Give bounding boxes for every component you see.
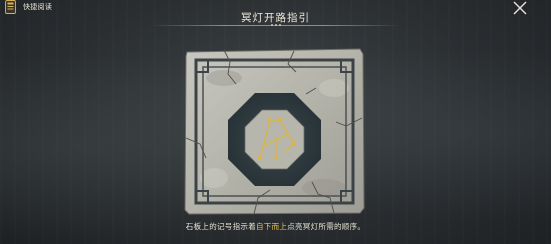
hint-caption: 石板上的记号指示着自下而上点亮冥灯所需的顺序。 <box>0 221 551 232</box>
caption-after: 点亮冥灯所需的顺序。 <box>287 222 366 231</box>
caption-before: 石板上的记号指示着 <box>185 222 256 231</box>
title-ornament <box>271 24 281 26</box>
stone-tablet <box>184 48 365 215</box>
caption-highlight: 自下而上 <box>256 222 288 231</box>
